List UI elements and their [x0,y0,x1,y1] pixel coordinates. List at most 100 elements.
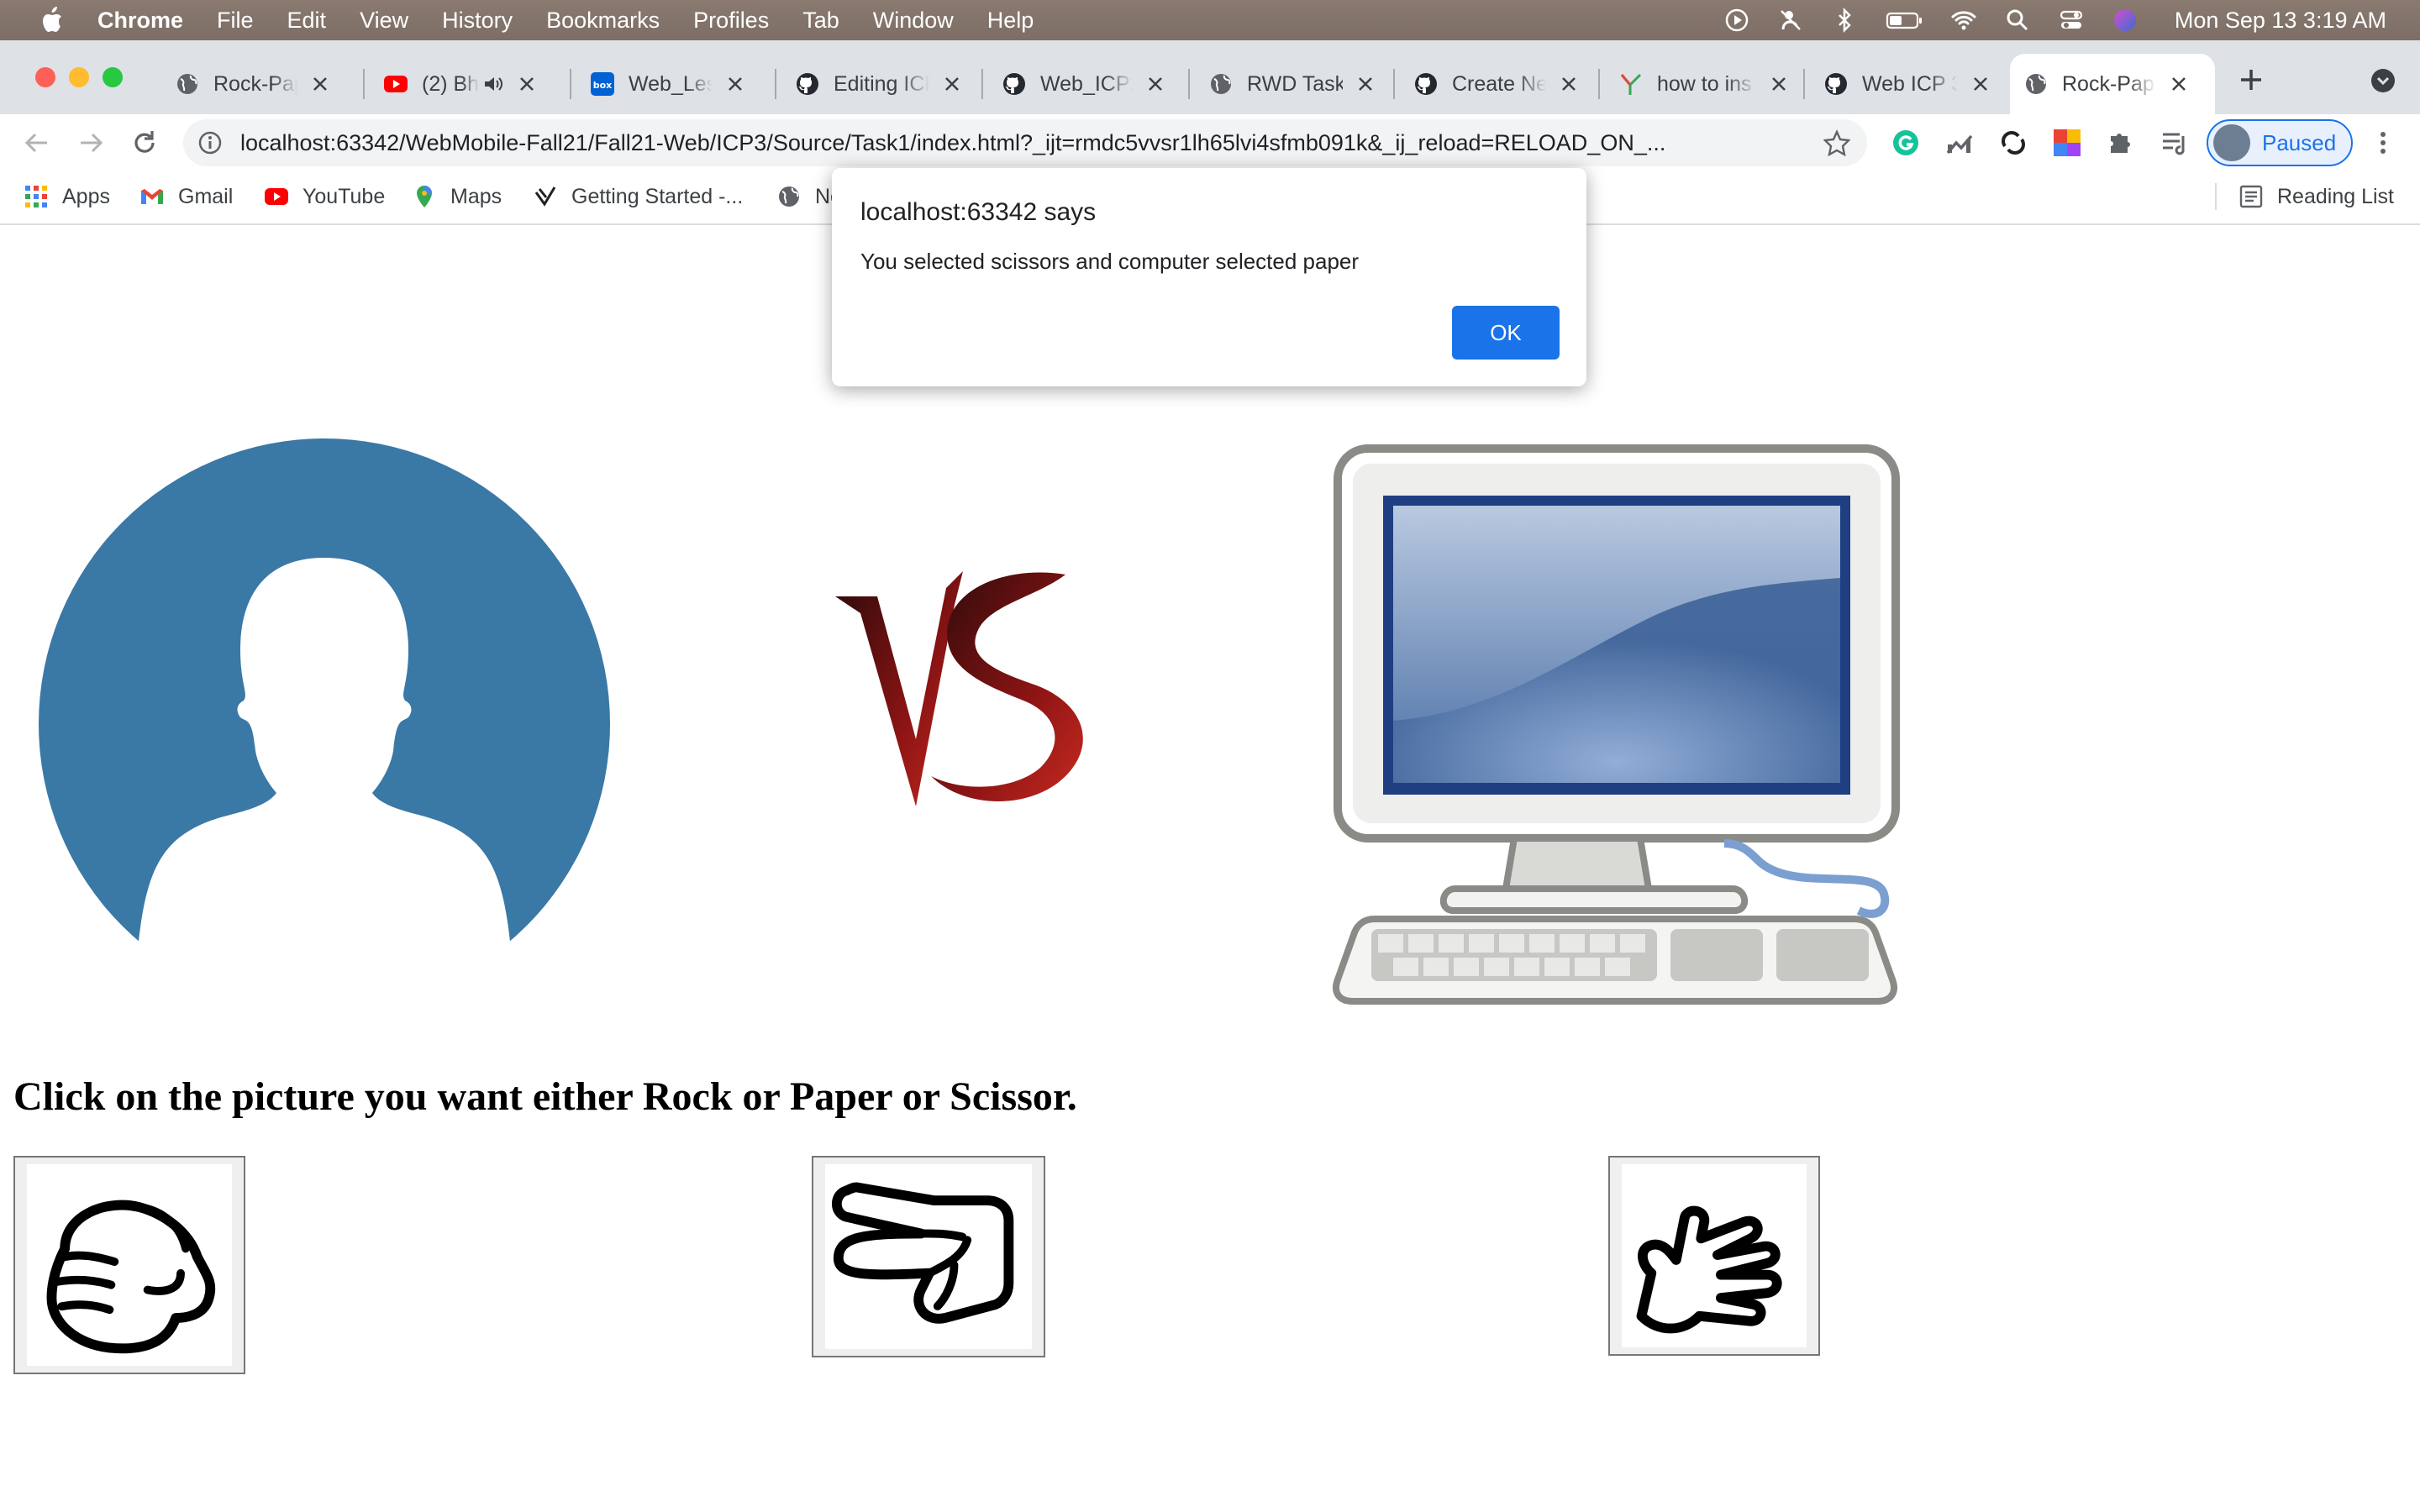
bookmark-youtube[interactable]: YouTube [264,181,385,212]
paper-hand-icon [1636,1205,1782,1334]
window-minimize-button[interactable] [69,67,89,87]
menu-tab[interactable]: Tab [802,8,839,34]
apple-icon[interactable] [39,6,64,34]
github-icon [1003,73,1025,95]
box-icon: box [591,72,614,96]
user-avatar-image [39,438,610,1011]
close-icon[interactable] [516,73,538,95]
info-icon[interactable] [197,129,224,156]
forward-arrow-icon[interactable] [76,128,106,158]
svg-text:box: box [593,80,613,91]
close-icon[interactable] [941,73,963,95]
profile-button[interactable]: Paused [2207,119,2353,166]
close-icon[interactable] [1970,73,1991,95]
new-tab-plus-icon[interactable] [2237,66,2265,94]
youtube-icon [384,76,408,92]
spotlight-search-icon[interactable] [2005,8,2030,33]
window-close-button[interactable] [35,67,55,87]
close-icon[interactable] [1144,73,1166,95]
rock-choice-button[interactable] [13,1156,245,1374]
tab-create-new[interactable]: Create Ne [1413,62,1580,106]
colorpick-extension-icon[interactable] [2052,128,2082,158]
close-icon[interactable] [724,73,746,95]
close-icon[interactable] [309,73,331,95]
google-icon [1620,73,1642,95]
maps-pin-icon [417,186,432,207]
speaker-icon[interactable] [482,73,504,95]
menu-profiles[interactable]: Profiles [693,8,769,34]
tab-search-icon[interactable] [2370,67,2396,94]
menu-help[interactable]: Help [987,8,1034,34]
youtube-icon [265,188,288,205]
bluetooth-icon[interactable] [1832,8,1857,33]
menu-file[interactable]: File [217,8,254,34]
apps-grid-icon [25,186,47,207]
globe-icon [1211,74,1231,94]
macos-menubar: Chrome File Edit View History Bookmarks … [0,0,2420,40]
github-icon [1825,73,1847,95]
globe-icon [779,186,799,207]
play-circle-icon[interactable] [1724,8,1749,33]
menu-edit[interactable]: Edit [287,8,327,34]
menu-window[interactable]: Window [873,8,954,34]
reading-list-button[interactable]: Reading List [2238,181,2394,212]
back-arrow-icon[interactable] [22,128,52,158]
reload-icon[interactable] [129,128,160,158]
close-icon[interactable] [1558,73,1580,95]
close-icon[interactable] [1355,73,1376,95]
profile-status-label: Paused [2262,129,2337,155]
battery-icon[interactable] [1886,8,1923,33]
dialog-message: You selected scissors and computer selec… [860,249,1360,274]
getting-started-icon [534,186,556,207]
paper-choice-button[interactable] [1608,1156,1820,1356]
more-menu-icon[interactable] [2373,128,2393,158]
tab-web-less[interactable]: box Web_Less [590,62,746,106]
tab-youtube[interactable]: (2) Bhu [383,62,538,106]
bookmark-apps[interactable]: Apps [24,181,110,212]
close-icon[interactable] [1768,73,1790,95]
tab-rock-paper-1[interactable]: Rock-Paper [175,62,331,106]
sync-extension-icon[interactable] [1998,128,2028,158]
tab-rock-paper-active[interactable]: Rock-Pap [2010,54,2215,114]
dialog-title: localhost:63342 says [860,198,1097,226]
menubar-clock[interactable]: Mon Sep 13 3:19 AM [2175,8,2386,34]
github-icon [797,73,818,95]
tab-web-icp3[interactable]: Web ICP 3 [1823,62,1991,106]
menu-view[interactable]: View [360,8,408,34]
window-zoom-button[interactable] [103,67,123,87]
ok-button[interactable]: OK [1452,306,1560,360]
menu-app-name[interactable]: Chrome [97,8,183,34]
menu-bookmarks[interactable]: Bookmarks [546,8,660,34]
siri-icon[interactable] [2112,8,2138,33]
versus-graphic [835,571,1083,806]
reading-list-icon [2239,185,2263,208]
address-bar[interactable]: localhost:63342/WebMobile-Fall21/Fall21-… [183,119,1867,166]
bookmark-star-icon[interactable] [1823,129,1850,156]
bookmark-gmail[interactable]: Gmail [139,181,233,212]
close-icon[interactable] [2168,73,2190,95]
globe-icon [2026,74,2046,94]
menu-history[interactable]: History [442,8,513,34]
grammarly-icon[interactable] [1891,128,1921,158]
bookmark-getting-started[interactable]: Getting Started -... [533,181,743,212]
bookmark-maps[interactable]: Maps [412,181,502,212]
gmail-icon [141,189,163,204]
media-queue-icon[interactable] [2160,128,2190,158]
globe-icon [177,74,197,94]
url-text[interactable]: localhost:63342/WebMobile-Fall21/Fall21-… [240,130,1820,156]
tab-how-to-install[interactable]: how to ins [1618,62,1790,106]
analytics-extension-icon[interactable] [1944,128,1975,158]
tab-rwd-task[interactable]: RWD Task [1208,62,1376,106]
screen: Chrome File Edit View History Bookmarks … [0,0,2420,1512]
scissors-choice-button[interactable] [812,1156,1045,1357]
extensions-puzzle-icon[interactable] [2106,128,2136,158]
mic-off-icon[interactable] [1778,8,1803,33]
tab-web-icp2[interactable]: Web_ICP2 [1002,62,1166,106]
control-center-icon[interactable] [2059,8,2084,33]
wifi-icon[interactable] [1951,8,1976,33]
avatar [2213,124,2250,161]
github-icon [1415,73,1437,95]
tab-editing-icp[interactable]: Editing ICP [795,62,963,106]
instruction-heading: Click on the picture you want either Roc… [13,1074,1077,1119]
scissors-hand-icon [832,1182,1014,1324]
